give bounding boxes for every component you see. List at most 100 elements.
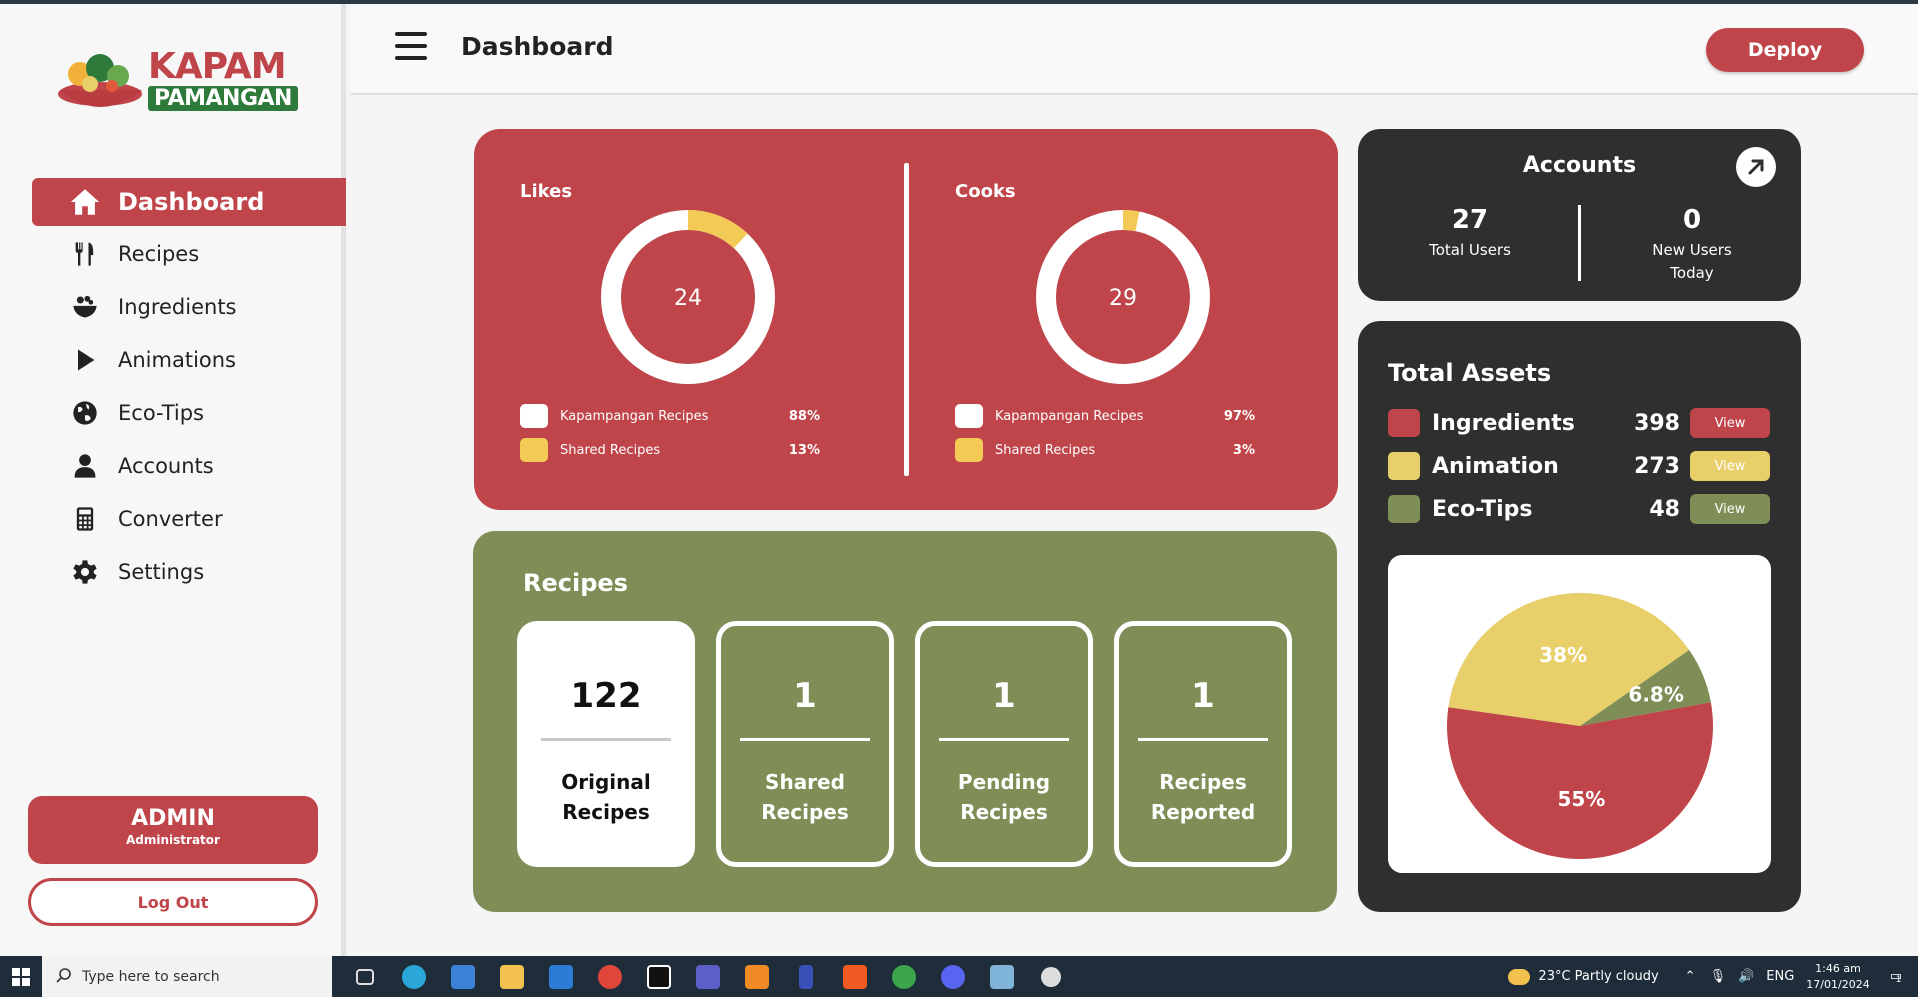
legend-percent: 3% — [1232, 442, 1255, 458]
weather-widget[interactable]: 23°C Partly cloudy — [1508, 968, 1659, 985]
admin-profile-card[interactable]: ADMIN Administrator — [28, 796, 318, 864]
teams-icon[interactable] — [683, 956, 732, 997]
legend-label: Shared Recipes — [560, 442, 661, 458]
sidebar-item-converter[interactable]: Converter — [32, 494, 346, 544]
language-indicator[interactable]: ENG — [1766, 969, 1794, 984]
sidebar-item-label: Accounts — [118, 454, 214, 478]
sidebar-item-eco-tips[interactable]: Eco-Tips — [32, 388, 346, 438]
recipes-reported-stat[interactable]: 1 Recipes Reported — [1114, 621, 1292, 867]
chrome-icon[interactable] — [585, 956, 634, 997]
stat-value: 122 — [570, 676, 642, 716]
file-explorer-icon[interactable] — [487, 956, 536, 997]
system-tray: 23°C Partly cloudy ⌃ 🎙 🔊 ENG 1:46 am 17/… — [1508, 956, 1918, 997]
asset-count: 398 — [1634, 410, 1680, 436]
sidebar-item-animations[interactable]: Animations — [32, 335, 346, 385]
windows-start-icon[interactable] — [0, 956, 42, 997]
figma-like-icon[interactable] — [781, 956, 830, 997]
sidebar-item-label: Converter — [118, 507, 223, 531]
admin-name: ADMIN — [131, 806, 215, 831]
notification-count: 1 — [1895, 975, 1902, 985]
play-icon — [68, 345, 102, 375]
task-view-icon[interactable] — [340, 956, 389, 997]
view-eco-tips-button[interactable]: View — [1690, 494, 1770, 524]
top-header: Dashboard Deploy — [351, 4, 1918, 95]
mail-icon[interactable] — [536, 956, 585, 997]
sidebar-item-settings[interactable]: Settings — [32, 547, 346, 597]
legend-swatch — [520, 438, 548, 462]
stat-divider — [740, 738, 870, 741]
total-assets-title: Total Assets — [1388, 359, 1552, 387]
gear-icon — [68, 557, 102, 587]
sidebar-item-dashboard[interactable]: Dashboard — [32, 178, 346, 226]
edge-browser-icon[interactable] — [389, 956, 438, 997]
stat-divider — [1138, 738, 1268, 741]
app-logo[interactable]: KAPAM PAMANGAN — [56, 44, 298, 120]
pending-recipes-stat[interactable]: 1 Pending Recipes — [915, 621, 1093, 867]
microphone-icon[interactable]: 🎙 — [1710, 969, 1727, 984]
legend-swatch — [520, 404, 548, 428]
view-ingredients-button[interactable]: View — [1690, 408, 1770, 438]
assets-pie-chart-panel: 38% 6.8% 55% — [1388, 555, 1771, 873]
hamburger-menu-icon[interactable] — [395, 32, 427, 60]
sublime-text-icon[interactable] — [732, 956, 781, 997]
brave-browser-icon[interactable] — [830, 956, 879, 997]
legend-percent: 88% — [788, 408, 820, 424]
utensils-icon — [68, 239, 102, 269]
new-users-value: 0 — [1682, 205, 1702, 235]
taskbar-clock[interactable]: 1:46 am 17/01/2024 — [1806, 961, 1869, 993]
home-icon — [68, 187, 102, 217]
sidebar-item-ingredients[interactable]: Ingredients — [32, 282, 346, 332]
recipes-card: Recipes 122 Original Recipes 1 Shared Reci… — [473, 531, 1337, 912]
vscode-like-icon[interactable] — [634, 956, 683, 997]
asset-name: Animation — [1432, 453, 1559, 479]
legend-percent: 97% — [1223, 408, 1255, 424]
likes-cooks-card: Likes 24 Kapampangan Recipes 88% Shared … — [474, 129, 1338, 510]
accounts-card: Accounts 27 Total Users 0 New Users Today — [1358, 129, 1801, 301]
pie-label-animation: 38% — [1539, 643, 1587, 667]
chrome-active-icon[interactable] — [879, 956, 928, 997]
discord-icon[interactable] — [928, 956, 977, 997]
sidebar-item-recipes[interactable]: Recipes — [32, 229, 346, 279]
open-accounts-arrow-icon[interactable] — [1736, 147, 1776, 187]
likes-total: 24 — [674, 286, 702, 311]
logo-text-pamangan: PAMANGAN — [148, 86, 298, 111]
shared-recipes-stat[interactable]: 1 Shared Recipes — [716, 621, 894, 867]
asset-name: Eco-Tips — [1432, 496, 1533, 522]
original-recipes-stat[interactable]: 122 Original Recipes — [517, 621, 695, 867]
sidebar-item-label: Animations — [118, 348, 237, 372]
sidebar-item-label: Ingredients — [118, 295, 237, 319]
legend-swatch — [955, 404, 983, 428]
notification-icon[interactable]: ▭ 1 — [1890, 969, 1902, 985]
settings-gear-icon[interactable] — [1026, 956, 1075, 997]
stat-divider — [939, 738, 1069, 741]
asset-count: 273 — [1634, 453, 1680, 479]
taskbar-search-box[interactable]: Type here to search — [42, 956, 332, 997]
legend-percent: 13% — [788, 442, 820, 458]
chevron-up-icon[interactable]: ⌃ — [1685, 969, 1696, 984]
store-icon[interactable] — [438, 956, 487, 997]
new-users-label: New Users Today — [1652, 241, 1732, 282]
windows-taskbar: Type here to search 23°C Partly cloudy ⌃… — [0, 956, 1918, 997]
deploy-button[interactable]: Deploy — [1706, 28, 1864, 72]
likes-legend-kapampangan: Kapampangan Recipes 88% — [520, 403, 860, 429]
asset-name: Ingredients — [1432, 410, 1575, 436]
assets-pie-chart: 38% 6.8% 55% — [1447, 593, 1713, 859]
notepad-icon[interactable] — [977, 956, 1026, 997]
sidebar-item-label: Eco-Tips — [118, 401, 204, 425]
total-assets-card: Total Assets Ingredients 398 View Animat… — [1358, 321, 1801, 912]
sidebar-nav: Dashboard Recipes Ingredients Animations… — [32, 178, 346, 600]
cooks-donut-chart: 29 — [1036, 210, 1210, 384]
total-users-label: Total Users — [1429, 241, 1511, 259]
search-placeholder: Type here to search — [82, 968, 220, 985]
view-animation-button[interactable]: View — [1690, 451, 1770, 481]
stat-divider — [541, 738, 671, 741]
sidebar-item-accounts[interactable]: Accounts — [32, 441, 346, 491]
taskbar-apps — [340, 956, 1075, 997]
logout-button[interactable]: Log Out — [28, 878, 318, 926]
volume-icon[interactable]: 🔊 — [1738, 969, 1754, 984]
pie-label-ingredients: 55% — [1557, 787, 1605, 811]
accounts-title: Accounts — [1522, 153, 1637, 178]
recipes-title: Recipes — [523, 569, 628, 597]
asset-swatch — [1388, 409, 1420, 437]
cooks-legend-shared: Shared Recipes 3% — [955, 437, 1295, 463]
